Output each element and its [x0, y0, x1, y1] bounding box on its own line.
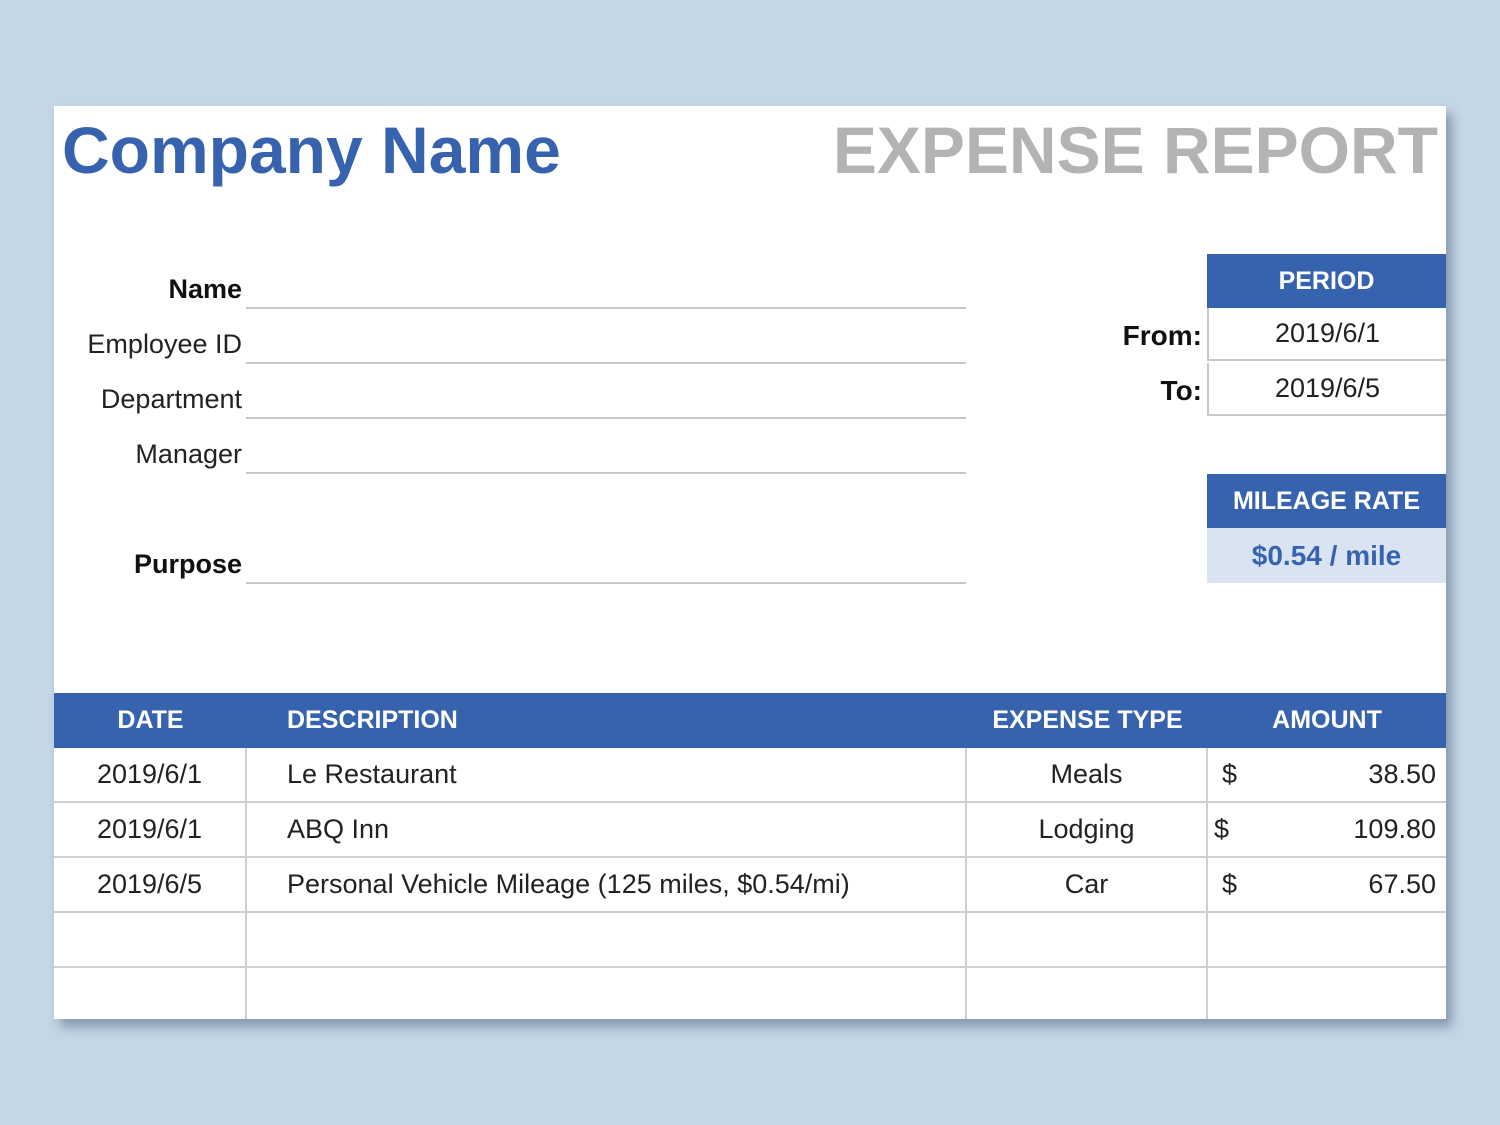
period-from-label: From:	[1122, 320, 1202, 351]
column-header-date: DATE	[117, 706, 184, 734]
expense-table: DATE DESCRIPTION EXPENSE TYPE AMOUNT 201…	[54, 693, 1446, 1019]
cell-description[interactable]: Personal Vehicle Mileage (125 miles, $0.…	[247, 858, 967, 911]
manager-label: Manager	[135, 439, 242, 469]
period-header: PERIOD	[1207, 254, 1446, 308]
column-header-amount: AMOUNT	[1272, 706, 1382, 734]
table-header: DATE DESCRIPTION EXPENSE TYPE AMOUNT	[54, 693, 1446, 748]
department-field[interactable]	[246, 417, 966, 419]
cell-date[interactable]: 2019/6/1	[54, 803, 247, 856]
cell-description[interactable]	[247, 913, 967, 966]
expense-report-sheet: Company Name EXPENSE REPORT Name Employe…	[54, 106, 1446, 1019]
cell-amount[interactable]	[1248, 968, 1446, 1019]
column-header-description: DESCRIPTION	[287, 706, 458, 734]
manager-field[interactable]	[246, 472, 966, 474]
cell-date[interactable]	[54, 968, 247, 1019]
table-row: 2019/6/1 Le Restaurant Meals $ 38.50	[54, 748, 1446, 803]
company-name: Company Name	[62, 113, 561, 187]
period-to-value[interactable]: 2019/6/5	[1207, 363, 1446, 416]
cell-description[interactable]: ABQ Inn	[247, 803, 967, 856]
column-header-expense-type: EXPENSE TYPE	[992, 706, 1183, 734]
cell-date[interactable]: 2019/6/5	[54, 858, 247, 911]
employee-id-label: Employee ID	[87, 329, 242, 359]
purpose-label: Purpose	[133, 549, 242, 579]
cell-description[interactable]: Le Restaurant	[247, 748, 967, 801]
period-from-value[interactable]: 2019/6/1	[1207, 308, 1446, 361]
cell-amount[interactable]: 38.50	[1248, 748, 1446, 801]
cell-currency: $	[1222, 759, 1238, 789]
cell-amount[interactable]: 109.80	[1248, 803, 1446, 856]
department-label: Department	[100, 384, 242, 414]
period-to-label: To:	[1160, 375, 1202, 406]
cell-description[interactable]	[247, 968, 967, 1019]
cell-currency	[1208, 968, 1248, 1019]
cell-expense-type[interactable]	[967, 913, 1208, 966]
mileage-rate-header: MILEAGE RATE	[1207, 474, 1446, 528]
purpose-field[interactable]	[246, 582, 966, 584]
cell-currency: $	[1222, 869, 1238, 899]
name-field[interactable]	[246, 307, 966, 309]
cell-currency	[1208, 913, 1248, 966]
cell-expense-type[interactable]: Car	[967, 858, 1208, 911]
table-row: 2019/6/5 Personal Vehicle Mileage (125 m…	[54, 858, 1446, 913]
report-title: EXPENSE REPORT	[832, 113, 1438, 187]
cell-amount[interactable]: 67.50	[1248, 858, 1446, 911]
cell-expense-type[interactable]	[967, 968, 1208, 1019]
mileage-rate-value[interactable]: $0.54 / mile	[1207, 528, 1446, 583]
cell-amount[interactable]	[1248, 913, 1446, 966]
table-row: 2019/6/1 ABQ Inn Lodging $ 109.80	[54, 803, 1446, 858]
cell-currency: $	[1214, 814, 1230, 844]
table-row	[54, 968, 1446, 1019]
employee-id-field[interactable]	[246, 362, 966, 364]
cell-expense-type[interactable]: Lodging	[967, 803, 1208, 856]
cell-date[interactable]	[54, 913, 247, 966]
table-row	[54, 913, 1446, 968]
cell-date[interactable]: 2019/6/1	[54, 748, 247, 801]
name-label: Name	[168, 274, 242, 304]
cell-expense-type[interactable]: Meals	[967, 748, 1208, 801]
